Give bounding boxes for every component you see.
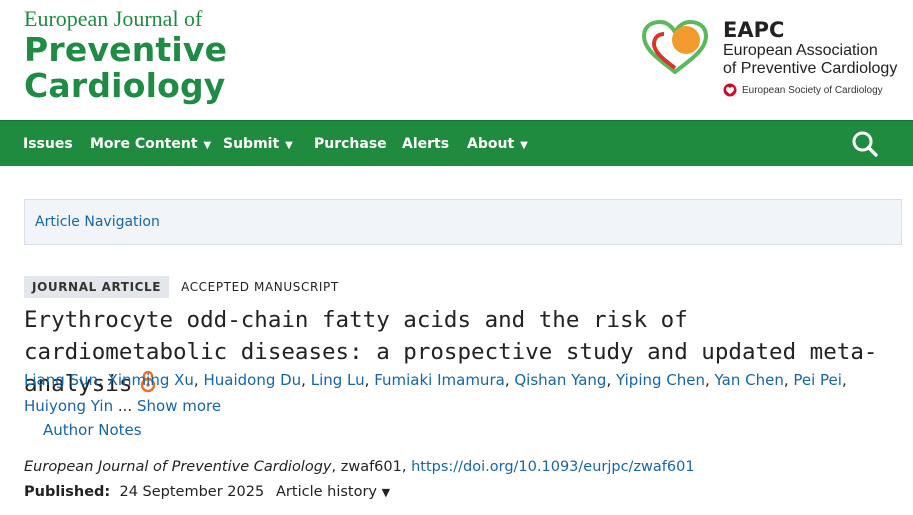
- eapc-logo[interactable]: EAPC European Association of Preventive …: [640, 18, 910, 100]
- article-navigation[interactable]: Article Navigation: [24, 199, 902, 245]
- article-type-row: JOURNAL ARTICLE ACCEPTED MANUSCRIPT: [24, 276, 339, 298]
- citation-article-id: , zwaf601,: [331, 459, 412, 475]
- main-nav: Issues More Content ▼ Submit ▼ Purchase Al…: [0, 120, 913, 166]
- author-link[interactable]: Xinming Xu: [108, 371, 194, 389]
- journal-title-line2: Preventive: [24, 30, 228, 69]
- eapc-heart-icon: [641, 20, 709, 75]
- esc-label: European Society of Cardiology: [742, 84, 883, 96]
- author-link[interactable]: Huaidong Du: [203, 371, 301, 389]
- author-notes-link[interactable]: Author Notes: [43, 418, 142, 442]
- published-date: Published: 24 September 2025: [24, 480, 264, 504]
- manuscript-status: ACCEPTED MANUSCRIPT: [181, 280, 339, 294]
- doi-link[interactable]: https://doi.org/10.1093/eurjpc/zwaf601: [411, 459, 695, 475]
- nav-about[interactable]: About ▼: [467, 121, 528, 167]
- author-link[interactable]: Qishan Yang: [514, 371, 606, 389]
- nav-more-content-label: More Content: [90, 136, 198, 152]
- eapc-name-line1: European Association: [723, 42, 878, 59]
- chevron-down-icon: ▼: [381, 486, 391, 499]
- nav-submit-label: Submit: [223, 136, 280, 152]
- eapc-name-line2: of Preventive Cardiology: [723, 60, 898, 77]
- nav-more-content[interactable]: More Content ▼: [90, 121, 211, 167]
- chevron-down-icon: ▼: [203, 140, 212, 151]
- site-header: European Journal of Preventive Cardiolog…: [0, 0, 913, 120]
- journal-title-line3: Cardiology: [24, 66, 226, 105]
- journal-title-line1: European Journal of: [24, 6, 203, 31]
- author-link[interactable]: Yiping Chen: [616, 371, 705, 389]
- author-link[interactable]: Huiyong Yin: [24, 397, 113, 415]
- nav-issues-label: Issues: [23, 136, 73, 152]
- chevron-down-icon: ▼: [520, 140, 528, 151]
- journal-logo[interactable]: European Journal of Preventive Cardiolog…: [24, 6, 227, 104]
- search-icon[interactable]: [851, 130, 879, 158]
- author-link[interactable]: Liang Sun: [24, 371, 98, 389]
- article-history-button[interactable]: Article history ▼: [276, 480, 390, 505]
- article-type-badge: JOURNAL ARTICLE: [24, 276, 170, 298]
- author-list: Liang Sun, Xinming Xu, Huaidong Du, Ling…: [24, 371, 847, 415]
- author-link[interactable]: Fumiaki Imamura: [374, 371, 505, 389]
- citation: European Journal of Preventive Cardiolog…: [24, 455, 695, 479]
- nav-issues[interactable]: Issues: [23, 121, 73, 167]
- nav-about-label: About: [467, 136, 515, 152]
- author-link[interactable]: Yan Chen: [715, 371, 784, 389]
- article-navigation-label: Article Navigation: [35, 214, 160, 230]
- article-history-label: Article history: [276, 484, 377, 500]
- nav-submit[interactable]: Submit ▼: [223, 121, 293, 167]
- published-date-value: 24 September 2025: [119, 484, 265, 500]
- chevron-down-icon: ▼: [285, 140, 293, 151]
- esc-heart-icon: [723, 83, 737, 97]
- nav-alerts-label: Alerts: [402, 136, 450, 152]
- author-ellipsis: ...: [117, 397, 133, 415]
- eapc-abbreviation: EAPC: [723, 18, 785, 42]
- esc-logo: European Society of Cardiology: [723, 83, 897, 97]
- author-link[interactable]: Pei Pei: [793, 371, 842, 389]
- nav-alerts[interactable]: Alerts: [402, 121, 449, 167]
- show-more-button[interactable]: Show more: [137, 397, 221, 415]
- citation-journal: European Journal of Preventive Cardiolog…: [24, 459, 332, 475]
- published-label: Published:: [24, 484, 111, 500]
- author-link[interactable]: Ling Lu: [311, 371, 365, 389]
- nav-purchase[interactable]: Purchase: [314, 121, 387, 167]
- nav-purchase-label: Purchase: [314, 136, 387, 152]
